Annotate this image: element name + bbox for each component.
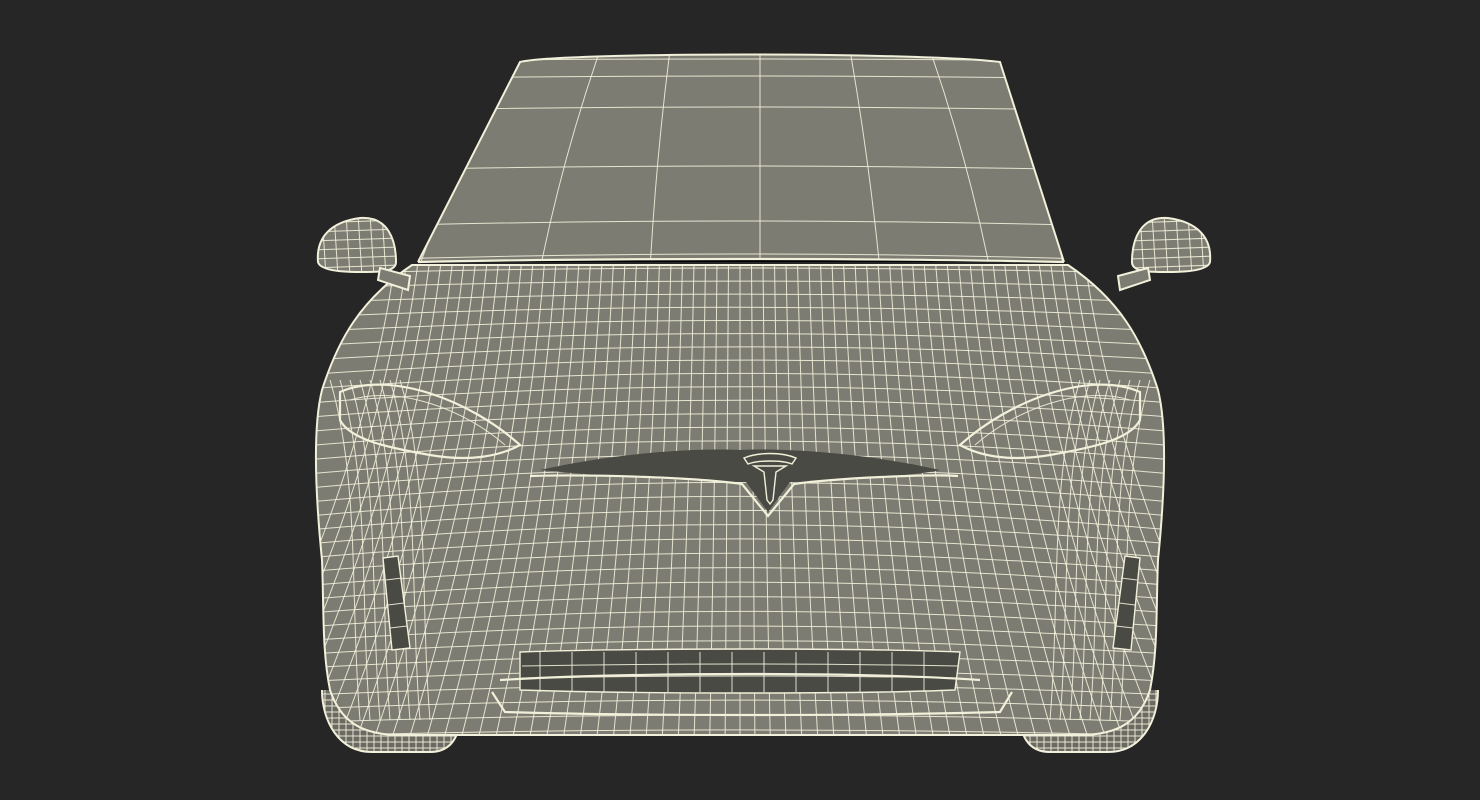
- mesh-edge: [1212, 214, 1216, 276]
- car-wireframe-render: [310, 53, 1216, 753]
- render-viewport: [0, 0, 1480, 800]
- lower-grille: [499, 648, 981, 694]
- mesh-edge: [1128, 211, 1216, 214]
- mesh-edge: [310, 214, 314, 276]
- mesh-edge: [1132, 217, 1133, 272]
- mesh-edge: [310, 211, 400, 214]
- right-side-mirror: [1116, 211, 1216, 292]
- hood-seam: [417, 257, 1065, 264]
- windshield: [417, 53, 1065, 263]
- left-side-mirror: [310, 211, 412, 292]
